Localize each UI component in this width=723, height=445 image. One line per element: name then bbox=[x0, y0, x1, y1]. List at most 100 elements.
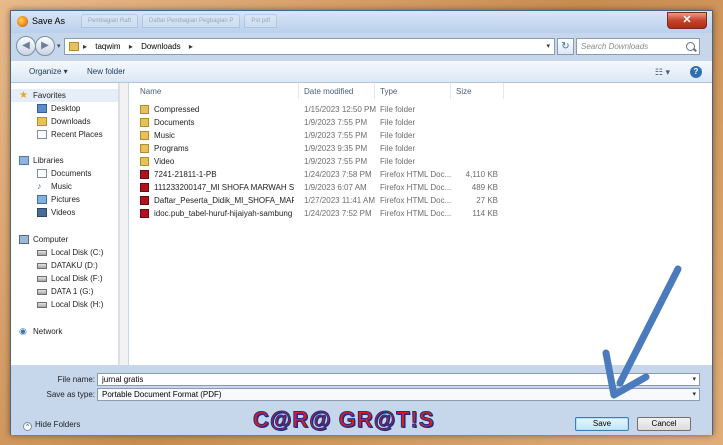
file-row[interactable]: Music 1/9/2023 7:55 PM File folder bbox=[129, 129, 712, 142]
chevron-up-icon: ^ bbox=[23, 422, 32, 431]
organize-button[interactable]: Organize ▾ bbox=[29, 67, 68, 76]
address-bar[interactable]: ▸ taqwim ▸ Downloads ▸ ▾ bbox=[64, 38, 555, 55]
navigation-pane-scrollbar[interactable] bbox=[119, 83, 128, 365]
navigation-pane: ★ Favorites Desktop Downloads Recent Pla… bbox=[11, 83, 119, 365]
window-title: Save As bbox=[32, 16, 66, 26]
file-type: Firefox HTML Doc... bbox=[380, 170, 452, 179]
html-file-icon bbox=[140, 196, 149, 205]
chevron-right-icon[interactable]: ▸ bbox=[83, 42, 87, 51]
chevron-down-icon[interactable]: ▾ bbox=[692, 375, 696, 383]
sidebar-item-label: Downloads bbox=[51, 117, 91, 126]
cancel-button[interactable]: Cancel bbox=[637, 417, 691, 431]
file-row[interactable]: Compressed 1/15/2023 12:50 PM File folde… bbox=[129, 103, 712, 116]
file-date: 1/9/2023 7:55 PM bbox=[304, 157, 368, 166]
back-button[interactable]: ◀ bbox=[16, 36, 36, 56]
file-row[interactable]: Video 1/9/2023 7:55 PM File folder bbox=[129, 155, 712, 168]
column-header-date[interactable]: Date modified bbox=[304, 83, 353, 99]
file-date: 1/27/2023 11:41 AM bbox=[304, 196, 376, 205]
change-view-icon[interactable]: ☷ ▾ bbox=[655, 67, 670, 78]
column-header-name[interactable]: Name bbox=[140, 83, 161, 99]
sidebar-item-desktop[interactable]: Desktop bbox=[11, 102, 118, 115]
savetype-select[interactable]: Portable Document Format (PDF) ▾ bbox=[97, 388, 700, 401]
column-divider[interactable] bbox=[374, 83, 375, 99]
sidebar-item-downloads[interactable]: Downloads bbox=[11, 115, 118, 128]
sidebar-item-dataku-d[interactable]: DATAKU (D:) bbox=[11, 259, 118, 272]
column-divider[interactable] bbox=[298, 83, 299, 99]
breadcrumb: ▸ taqwim ▸ Downloads ▸ bbox=[83, 42, 199, 51]
column-divider[interactable] bbox=[503, 83, 504, 99]
sidebar-group-network[interactable]: ◉ Network bbox=[11, 325, 118, 338]
refresh-button[interactable]: ↻ bbox=[557, 38, 574, 55]
network-icon: ◉ bbox=[19, 326, 27, 336]
filename-input[interactable]: jurnal gratis ▾ bbox=[97, 373, 700, 386]
file-date: 1/24/2023 7:58 PM bbox=[304, 170, 372, 179]
chevron-right-icon[interactable]: ▸ bbox=[189, 42, 193, 51]
sidebar-group-computer[interactable]: Computer bbox=[11, 233, 118, 246]
breadcrumb-item[interactable]: taqwim bbox=[95, 42, 120, 51]
background-tab: Daftar Pembagian Pegbagian P bbox=[142, 14, 241, 28]
file-row[interactable]: 111233200147_MI SHOFA MARWAH SO... 1/9/2… bbox=[129, 181, 712, 194]
sidebar-item-documents[interactable]: Documents bbox=[11, 167, 118, 180]
sidebar-item-music[interactable]: ♪ Music bbox=[11, 180, 118, 193]
recent-places-icon bbox=[37, 130, 47, 139]
forward-button[interactable]: ▶ bbox=[35, 36, 55, 56]
column-header-type[interactable]: Type bbox=[380, 83, 397, 99]
search-input[interactable]: Search Downloads bbox=[576, 38, 700, 55]
chevron-right-icon[interactable]: ▸ bbox=[129, 42, 133, 51]
save-button[interactable]: Save bbox=[575, 417, 629, 431]
file-type: Firefox HTML Doc... bbox=[380, 183, 452, 192]
sidebar-item-label: Desktop bbox=[51, 104, 81, 113]
help-icon[interactable]: ? bbox=[690, 66, 702, 78]
background-tab: Pst pdf bbox=[244, 14, 278, 28]
sidebar-item-local-disk-f[interactable]: Local Disk (F:) bbox=[11, 272, 118, 285]
chevron-down-icon[interactable]: ▾ bbox=[692, 390, 696, 398]
firefox-icon bbox=[17, 16, 28, 27]
file-name: Video bbox=[154, 157, 175, 166]
close-button[interactable]: ✕ bbox=[667, 12, 707, 29]
file-name: 7241-21811-1-PB bbox=[154, 170, 217, 179]
sidebar-item-videos[interactable]: Videos bbox=[11, 206, 118, 219]
sidebar-item-label: Videos bbox=[51, 208, 76, 217]
sidebar-group-favorites[interactable]: ★ Favorites bbox=[11, 89, 118, 102]
address-dropdown-icon[interactable]: ▾ bbox=[546, 42, 550, 50]
sidebar-item-local-disk-c[interactable]: Local Disk (C:) bbox=[11, 246, 118, 259]
file-type: Firefox HTML Doc... bbox=[380, 209, 452, 218]
file-date: 1/9/2023 6:07 AM bbox=[304, 183, 367, 192]
folder-icon bbox=[140, 157, 149, 166]
disk-icon bbox=[37, 302, 47, 308]
new-folder-button[interactable]: New folder bbox=[87, 67, 125, 76]
disk-icon bbox=[37, 289, 47, 295]
sidebar-item-local-disk-h[interactable]: Local Disk (H:) bbox=[11, 298, 118, 311]
sidebar-item-recent-places[interactable]: Recent Places bbox=[11, 128, 118, 141]
html-file-icon bbox=[140, 170, 149, 179]
sidebar-item-data1-g[interactable]: DATA 1 (G:) bbox=[11, 285, 118, 298]
file-row[interactable]: Daftar_Peserta_Didik_MI_SHOFA_MARW... 1/… bbox=[129, 194, 712, 207]
file-row[interactable]: Documents 1/9/2023 7:55 PM File folder bbox=[129, 116, 712, 129]
file-row[interactable]: Programs 1/9/2023 9:35 PM File folder bbox=[129, 142, 712, 155]
file-type: File folder bbox=[380, 157, 416, 166]
sidebar-group-libraries[interactable]: Libraries bbox=[11, 154, 118, 167]
computer-icon bbox=[19, 235, 29, 244]
sidebar-item-label: Local Disk (C:) bbox=[51, 248, 104, 257]
file-row[interactable]: 7241-21811-1-PB 1/24/2023 7:58 PM Firefo… bbox=[129, 168, 712, 181]
folder-icon bbox=[140, 144, 149, 153]
file-name: Compressed bbox=[154, 105, 200, 114]
sidebar-item-label: Libraries bbox=[33, 156, 64, 165]
hide-folders-button[interactable]: ^ Hide Folders bbox=[23, 420, 80, 431]
disk-icon bbox=[37, 250, 47, 256]
file-date: 1/9/2023 7:55 PM bbox=[304, 131, 368, 140]
libraries-icon bbox=[19, 156, 29, 165]
file-type: File folder bbox=[380, 105, 416, 114]
save-as-dialog: Save As Pembagian Raft Daftar Pembagian … bbox=[10, 10, 713, 435]
star-icon: ★ bbox=[19, 90, 28, 101]
column-divider[interactable] bbox=[450, 83, 451, 99]
breadcrumb-item[interactable]: Downloads bbox=[141, 42, 181, 51]
sidebar-item-label: Music bbox=[51, 182, 72, 191]
history-dropdown-icon[interactable]: ▾ bbox=[57, 42, 61, 50]
sidebar-item-pictures[interactable]: Pictures bbox=[11, 193, 118, 206]
title-bar: Save As Pembagian Raft Daftar Pembagian … bbox=[11, 11, 712, 33]
column-header-size[interactable]: Size bbox=[456, 83, 472, 99]
search-icon bbox=[686, 42, 695, 51]
file-type: Firefox HTML Doc... bbox=[380, 196, 452, 205]
file-row[interactable]: idoc.pub_tabel-huruf-hijaiyah-sambung 1/… bbox=[129, 207, 712, 220]
